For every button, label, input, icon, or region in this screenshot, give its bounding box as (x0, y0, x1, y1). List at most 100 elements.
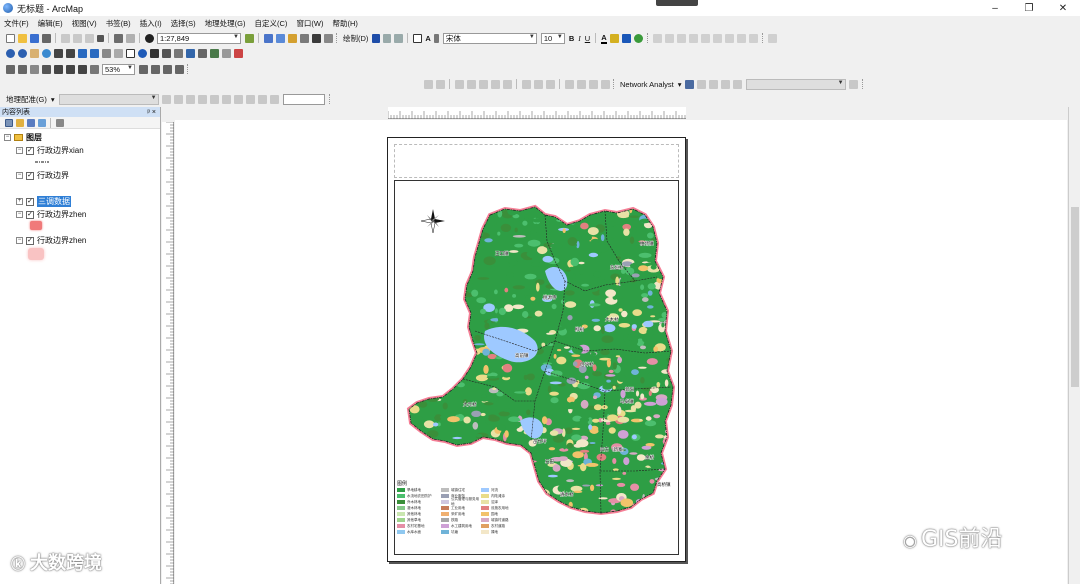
menu-view[interactable]: 视图(V) (72, 18, 97, 29)
georef-tool-icon[interactable] (246, 94, 256, 104)
ungroup-icon[interactable] (689, 33, 699, 43)
select-features-icon[interactable] (101, 48, 111, 58)
time-slider-icon[interactable] (221, 48, 231, 58)
layer-row[interactable]: − ✓ 行政边界zhen (16, 235, 86, 246)
cut-icon[interactable] (60, 33, 70, 43)
paste-icon[interactable] (84, 33, 94, 43)
font-size-combo[interactable]: 10 ▼ (540, 32, 565, 44)
list-by-source-icon[interactable] (15, 118, 24, 127)
list-by-selection-icon[interactable] (37, 118, 46, 127)
na-tool-icon[interactable] (435, 79, 445, 89)
select-elements-tool-icon[interactable] (125, 48, 135, 58)
font-color-button[interactable]: A (601, 33, 607, 44)
georef-tool-icon[interactable] (210, 94, 220, 104)
collapse-icon[interactable]: − (16, 237, 23, 244)
editor-tool-icon[interactable] (768, 33, 778, 43)
zoom-100-icon[interactable] (53, 64, 63, 74)
georef-value-field[interactable] (282, 93, 325, 105)
layout-zoom-in-icon[interactable] (5, 64, 15, 74)
na-tool-icon[interactable] (502, 79, 512, 89)
zoom-whole-page-tool-icon[interactable] (41, 64, 51, 74)
flip-icon[interactable] (749, 33, 759, 43)
na-tool-icon[interactable] (849, 79, 859, 89)
chevron-down-icon[interactable]: ▾ (51, 95, 55, 104)
layer-visibility-checkbox[interactable]: ✓ (26, 146, 34, 155)
na-tool-icon[interactable] (533, 79, 543, 89)
menu-customize[interactable]: 自定义(C) (255, 18, 288, 29)
layout-page[interactable]: 王口镇 柏场镇 东垣村 桃源寺 大木村 柳树 高前镇 后坪村 大元村 新阳 马卓镇 四方（新寨） 金桥 苗… (387, 137, 686, 562)
select-elements-icon[interactable] (371, 33, 380, 43)
copy-icon[interactable] (72, 33, 82, 43)
layer-row[interactable]: − ✓ 行政边界xian (16, 145, 84, 156)
chevron-down-icon[interactable]: ▾ (678, 80, 682, 89)
layer-row[interactable]: − ✓ 行政边界zhen (16, 209, 86, 220)
scrollbar-thumb[interactable] (1071, 207, 1079, 387)
na-tool-icon[interactable] (454, 79, 464, 89)
identify-icon[interactable] (137, 48, 147, 58)
rotate-right-icon[interactable] (737, 33, 747, 43)
georef-tool-icon[interactable] (198, 94, 208, 104)
layer-visibility-checkbox[interactable]: ✓ (26, 171, 34, 180)
menu-geoprocessing[interactable]: 地理处理(G) (205, 18, 246, 29)
italic-button[interactable]: I (578, 34, 581, 43)
georef-tool-icon[interactable] (186, 94, 196, 104)
georeferencing-menu[interactable]: 地理配准(G) (6, 94, 47, 105)
hyperlink-icon[interactable] (149, 48, 159, 58)
legend[interactable]: 旱地耕地 城镇住宅 河流 水浇地农田防护 商业服务 内陆滩涂 乔木林地 公共管理与服务用地 沼泽… (397, 488, 521, 534)
rotate-left-icon[interactable] (725, 33, 735, 43)
order-icon[interactable] (701, 33, 711, 43)
find-route-icon[interactable] (197, 48, 207, 58)
undo-icon[interactable] (113, 33, 123, 43)
editor-toolbar-icon[interactable] (244, 33, 254, 43)
viewer-window-icon[interactable] (233, 48, 243, 58)
find-icon[interactable] (185, 48, 195, 58)
georef-tool-icon[interactable] (234, 94, 244, 104)
open-folder-icon[interactable] (17, 33, 27, 43)
catalog-icon[interactable] (275, 33, 285, 43)
menu-insert[interactable]: 插入(I) (140, 18, 162, 29)
search-window-icon[interactable] (287, 33, 297, 43)
na-tool-icon[interactable] (733, 79, 743, 89)
title-frame[interactable] (394, 144, 679, 178)
georef-tool-icon[interactable] (174, 94, 184, 104)
na-tool-icon[interactable] (588, 79, 598, 89)
focus-data-frame-icon[interactable] (150, 64, 160, 74)
na-tool-icon[interactable] (521, 79, 531, 89)
na-tool-icon[interactable] (466, 79, 476, 89)
distribute-icon[interactable] (665, 33, 675, 43)
georef-tool-icon[interactable] (258, 94, 268, 104)
collapse-icon[interactable]: − (4, 134, 11, 141)
delete-icon[interactable] (96, 34, 104, 42)
text-tool-icon[interactable]: A (425, 34, 430, 43)
measure-icon[interactable] (173, 48, 183, 58)
na-tool-icon[interactable] (576, 79, 586, 89)
layer-row-selected[interactable]: + ✓ 三调数据 (16, 196, 71, 207)
na-tool-icon[interactable] (478, 79, 488, 89)
redo-icon[interactable] (125, 33, 135, 43)
na-tool-icon[interactable] (490, 79, 500, 89)
add-data-icon[interactable] (144, 33, 154, 43)
na-layer-combo[interactable]: ▼ (745, 78, 846, 90)
table-of-contents-icon[interactable] (263, 33, 273, 43)
toc-pin-close[interactable]: ᵖ × (147, 109, 156, 116)
data-driven-pages-icon[interactable] (174, 64, 184, 74)
expand-icon[interactable]: + (16, 198, 23, 205)
na-tool-icon[interactable] (423, 79, 433, 89)
na-tool-icon[interactable] (564, 79, 574, 89)
toggle-draft-mode-icon[interactable] (138, 64, 148, 74)
fixed-layout-zoom-icon[interactable] (65, 64, 75, 74)
na-window-icon[interactable] (685, 79, 695, 89)
layout-zoom-out-icon[interactable] (17, 64, 27, 74)
fixed-zoom-out-icon[interactable] (65, 48, 75, 58)
toc-options-icon[interactable] (55, 118, 64, 127)
python-window-icon[interactable] (311, 33, 321, 43)
fill-color-icon[interactable] (610, 33, 620, 43)
collapse-icon[interactable]: − (16, 172, 23, 179)
marker-color-icon[interactable] (634, 33, 644, 43)
list-by-drawing-order-icon[interactable] (4, 118, 13, 127)
layer-visibility-checkbox[interactable]: ✓ (26, 210, 34, 219)
rotate-icon[interactable] (382, 33, 391, 43)
back-icon[interactable] (77, 48, 87, 58)
zoom-out-icon[interactable] (17, 48, 27, 58)
na-tool-icon[interactable] (600, 79, 610, 89)
